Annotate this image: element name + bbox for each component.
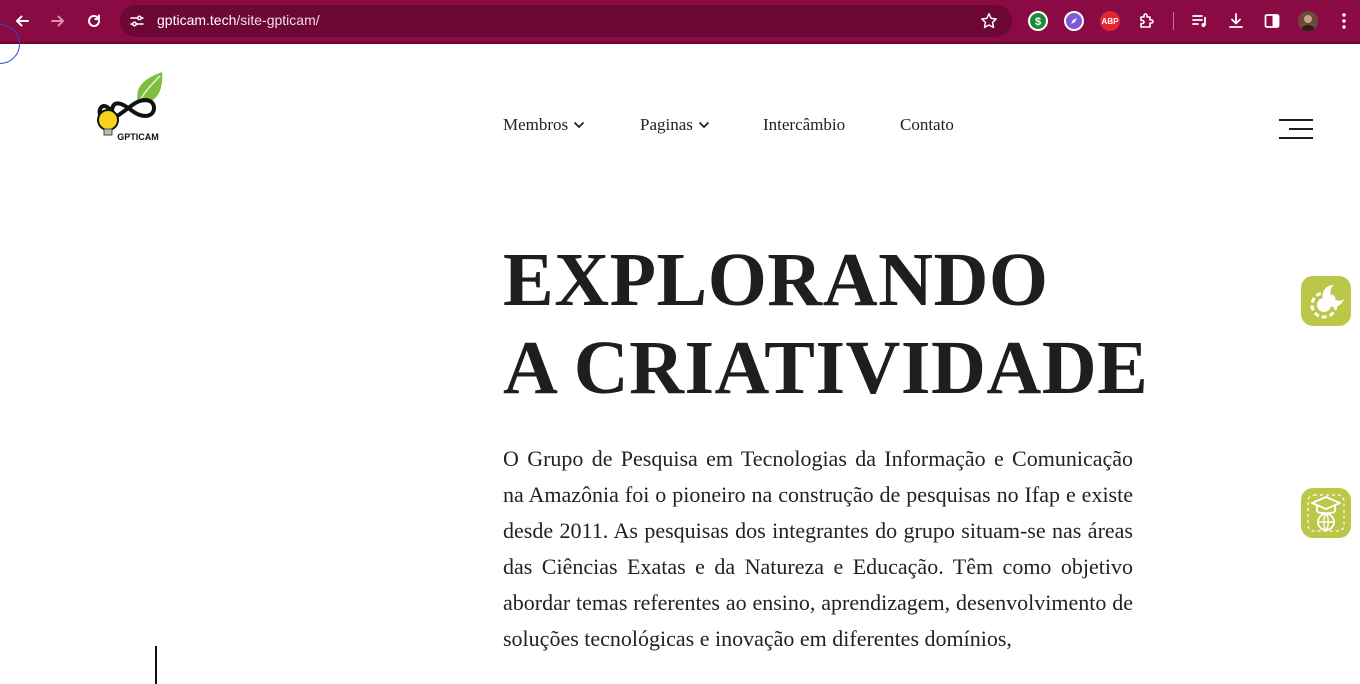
url-text: gpticam.tech/site-gpticam/ [157, 12, 320, 28]
dark-mode-gear-icon [1310, 284, 1344, 319]
profile-avatar[interactable] [1298, 11, 1318, 31]
url-path: /site-gpticam/ [236, 12, 320, 28]
arrow-right-icon [51, 15, 64, 27]
url-host: gpticam.tech [157, 12, 237, 28]
nav-item-intercambio[interactable]: Intercâmbio [763, 115, 845, 135]
forward-button[interactable] [44, 7, 72, 35]
hero-title-line1: EXPLORANDO [503, 238, 1049, 322]
nav-label-intercambio: Intercâmbio [763, 115, 846, 134]
puzzle-icon[interactable] [1137, 11, 1157, 31]
dark-mode-toggle[interactable] [1301, 276, 1351, 326]
hero-title: EXPLORANDO A CRIATIVIDADE [503, 236, 1148, 412]
adblock-extension-icon[interactable]: ABP [1100, 11, 1120, 31]
education-globe-icon [1307, 494, 1345, 532]
side-panel-icon[interactable] [1262, 11, 1282, 31]
nav-label-contato: Contato [900, 115, 954, 134]
logo-text: GPTICAM [117, 132, 159, 142]
compass-extension-icon[interactable] [1064, 11, 1084, 31]
media-queue-icon[interactable] [1190, 11, 1210, 31]
hamburger-menu-icon[interactable] [1279, 117, 1313, 141]
nav-label-paginas: Paginas [640, 115, 693, 134]
dollar-extension-icon[interactable]: $ [1028, 11, 1048, 31]
education-button[interactable] [1301, 488, 1351, 538]
adblock-label: ABP [1101, 16, 1119, 26]
reload-icon [88, 14, 100, 27]
kebab-menu-icon[interactable] [1334, 11, 1354, 31]
arrow-left-icon [16, 15, 29, 27]
site-logo[interactable]: GPTICAM [94, 72, 168, 146]
star-icon[interactable] [980, 12, 998, 30]
nav-label-membros: Membros [503, 115, 569, 134]
toolbar-separator [1173, 12, 1174, 30]
nav-item-contato[interactable]: Contato [900, 115, 954, 135]
chevron-down-icon [698, 121, 710, 129]
chevron-down-icon [574, 121, 585, 129]
nav-item-paginas[interactable]: Paginas [640, 115, 710, 135]
text-cursor-line [155, 646, 157, 684]
download-icon[interactable] [1226, 11, 1246, 31]
toolbar-divider [0, 42, 1360, 44]
svg-text:$: $ [1035, 16, 1041, 27]
reload-button[interactable] [80, 7, 108, 35]
address-bar[interactable]: gpticam.tech/site-gpticam/ [120, 5, 1012, 37]
hero-title-line2: A CRIATIVIDADE [503, 326, 1149, 410]
hero-paragraph: O Grupo de Pesquisa em Tecnologias da In… [503, 446, 1133, 651]
nav-item-membros[interactable]: Membros [503, 115, 585, 135]
tune-icon[interactable] [129, 13, 145, 29]
